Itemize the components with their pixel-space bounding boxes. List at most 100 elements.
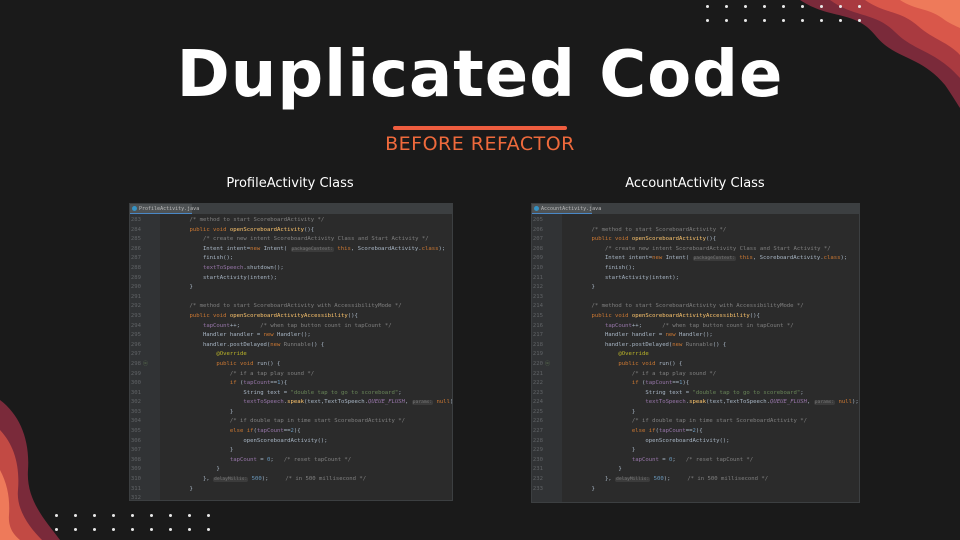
code-line: 210 finish();: [532, 264, 859, 274]
decorative-dot: [782, 19, 785, 22]
decorative-dot: [93, 514, 96, 517]
code-text: startActivity(intent);: [176, 274, 278, 281]
decorative-dot: [74, 514, 77, 517]
line-number: 210: [532, 264, 543, 271]
line-number: 223: [532, 389, 543, 396]
code-text: tapCount = 0; /* reset tapCount */: [631, 456, 754, 463]
line-number: 217: [532, 332, 543, 339]
code-text: String text = "double tap to go to score…: [176, 389, 402, 396]
code-text: Handler handler = new Handler();: [176, 332, 311, 339]
code-text: openScoreboardActivity();: [578, 437, 730, 444]
line-number: 303: [130, 408, 141, 415]
line-number: 233: [532, 485, 543, 492]
account-activity-code-editor: AccountActivity.java 205 206 /* method to…: [531, 203, 860, 503]
line-number: 218: [532, 341, 543, 348]
line-number: 309: [130, 466, 141, 473]
code-line: 205: [532, 216, 859, 226]
decorative-dot: [782, 5, 785, 8]
decorative-dot: [725, 19, 728, 22]
line-number: 301: [130, 389, 141, 396]
code-text: finish();: [578, 264, 636, 271]
editor-tab[interactable]: AccountActivity.java: [532, 204, 601, 214]
decorative-dot: [839, 5, 842, 8]
decorative-dot: [131, 514, 134, 517]
override-gutter-icon[interactable]: ⓞ: [143, 360, 148, 370]
decorative-dot: [858, 5, 861, 8]
line-number: 212: [532, 284, 543, 291]
code-text: }, delayMillis: 500); /* in 500 millisec…: [578, 476, 769, 483]
decorative-dot: [858, 19, 861, 22]
code-line: 304 /* if double tap in time start Score…: [130, 417, 452, 427]
code-text: @Override: [618, 351, 649, 358]
code-line: 214 /* method to start ScoreboardActivit…: [532, 302, 859, 312]
line-number: 208: [532, 245, 543, 252]
code-text: tapCount++; /* when tap button count in …: [604, 322, 794, 329]
override-gutter-icon[interactable]: ⓞ: [545, 360, 550, 370]
code-line: 233 }: [532, 485, 859, 495]
line-number: 224: [532, 399, 543, 406]
code-line: 213: [532, 293, 859, 303]
code-line: 287 finish();: [130, 254, 452, 264]
code-line: 291: [130, 293, 452, 303]
code-line: 295 Handler handler = new Handler();: [130, 331, 452, 341]
code-text: /* method to start ScoreboardActivity */: [591, 226, 727, 233]
decorative-dot: [744, 5, 747, 8]
decorative-dot: [706, 19, 709, 22]
code-line: 215 public void openScoreboardActivityAc…: [532, 312, 859, 322]
code-line: 309 }: [130, 465, 452, 475]
decorative-dot: [188, 528, 191, 531]
line-number: 310: [130, 476, 141, 483]
decorative-dot: [112, 528, 115, 531]
line-number: 219: [532, 351, 543, 358]
code-line: 207 public void openScoreboardActivity()…: [532, 235, 859, 245]
line-number: 221: [532, 370, 543, 377]
code-text: tapCount++; /* when tap button count in …: [202, 322, 392, 329]
code-line: 232 }, delayMillis: 500); /* in 500 mill…: [532, 475, 859, 485]
code-line: 302 textToSpeech.speak(text,TextToSpeech…: [130, 398, 452, 408]
code-text: startActivity(intent);: [578, 274, 680, 281]
line-number: 312: [130, 495, 141, 501]
line-number: 284: [130, 226, 141, 233]
code-line: 292 /* method to start ScoreboardActivit…: [130, 302, 452, 312]
decorative-dot: [150, 528, 153, 531]
code-text: textToSpeech.speak(text,TextToSpeech.QUE…: [243, 399, 452, 406]
decorative-dot: [839, 19, 842, 22]
editor-tab-label: AccountActivity.java: [541, 206, 602, 212]
code-text: /* method to start ScoreboardActivity wi…: [591, 303, 804, 310]
java-file-icon: [534, 206, 539, 211]
line-number: 306: [130, 437, 141, 444]
editor-tab[interactable]: ProfileActivity.java: [130, 204, 199, 214]
code-text: handler.postDelayed(new Runnable() {: [578, 341, 727, 348]
decorative-dot: [188, 514, 191, 517]
decorative-dot: [744, 19, 747, 22]
code-line: 288 textToSpeech.shutdown();: [130, 264, 452, 274]
code-line: 220 ⓞ public void run() {: [532, 360, 859, 370]
code-text: /* if a tap play sound */: [229, 370, 315, 377]
code-line: 285 /* create new intent ScoreboardActiv…: [130, 235, 452, 245]
code-line: 310 }, delayMillis: 500); /* in 500 mill…: [130, 475, 452, 485]
code-text: textToSpeech.shutdown();: [202, 264, 284, 271]
decorative-dot: [207, 528, 210, 531]
line-number: 294: [130, 322, 141, 329]
code-line: 300 if (tapCount==1){: [130, 379, 452, 389]
decorative-dot: [55, 528, 58, 531]
decorative-dot: [112, 514, 115, 517]
code-line: 226 /* if double tap in time start Score…: [532, 417, 859, 427]
line-number: 293: [130, 312, 141, 319]
code-text: @Override: [216, 351, 247, 358]
code-line: 305 else if(tapCount==2){: [130, 427, 452, 437]
line-number: 220: [532, 360, 543, 367]
code-line: 307 }: [130, 446, 452, 456]
profile-activity-code-editor: ProfileActivity.java 283 /* method to st…: [129, 203, 453, 501]
code-text: else if(tapCount==2){: [631, 428, 703, 435]
code-line: 225 }: [532, 408, 859, 418]
line-number: 226: [532, 418, 543, 425]
code-text: /* create new intent ScoreboardActivity …: [202, 236, 429, 243]
title-underline-accent: [393, 126, 567, 130]
code-text: /* create new intent ScoreboardActivity …: [604, 245, 831, 252]
code-line: 283 /* method to start ScoreboardActivit…: [130, 216, 452, 226]
line-number: 225: [532, 408, 543, 415]
code-line: 294 tapCount++; /* when tap button count…: [130, 322, 452, 332]
code-line: 219 @Override: [532, 350, 859, 360]
code-area: 205 206 /* method to start ScoreboardActi…: [532, 216, 859, 494]
